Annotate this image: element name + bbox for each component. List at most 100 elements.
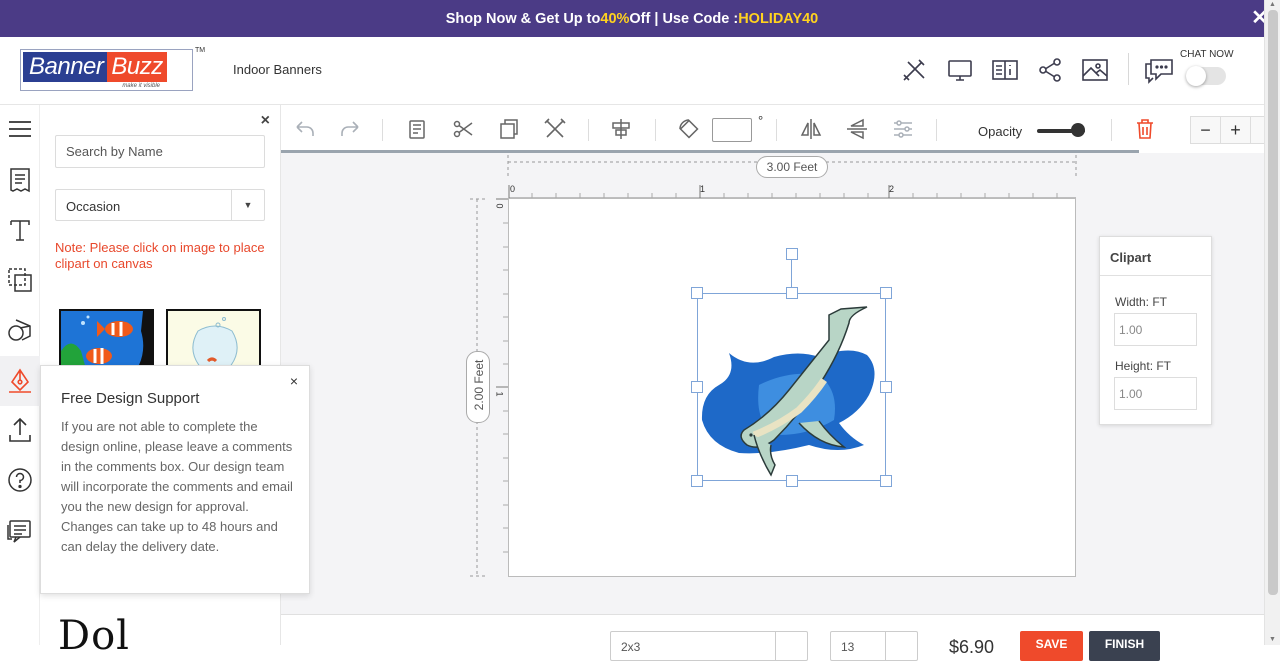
toolbar-progress-line bbox=[281, 150, 1139, 153]
panel-bottom-partial-text: Dol bbox=[58, 613, 130, 659]
clipart-height-label: Height: FT bbox=[1115, 359, 1172, 373]
degree-symbol: ° bbox=[758, 113, 764, 128]
bottom-action-bar: 2x3 13 $6.90 SAVE FINISH bbox=[281, 614, 1264, 661]
selection-box[interactable] bbox=[697, 293, 886, 481]
tool-rail bbox=[0, 105, 40, 645]
finish-button[interactable]: FINISH bbox=[1089, 631, 1160, 661]
rotation-handle[interactable] bbox=[786, 248, 798, 260]
desktop-preview-icon[interactable] bbox=[946, 56, 974, 84]
zoom-out-button[interactable]: − bbox=[1191, 117, 1221, 143]
align-center-icon[interactable] bbox=[609, 117, 633, 141]
shapes-icon[interactable] bbox=[6, 316, 34, 344]
chevron-down-icon bbox=[775, 632, 807, 660]
logo-buzz-text: Buzz bbox=[107, 52, 167, 82]
opacity-slider-handle[interactable] bbox=[1071, 123, 1085, 137]
page-title: Indoor Banners bbox=[233, 62, 322, 77]
clipart-thumbnail-fish[interactable] bbox=[59, 309, 154, 367]
clipart-height-input[interactable] bbox=[1114, 377, 1197, 410]
popup-close-icon[interactable]: × bbox=[290, 373, 298, 389]
quantity-select[interactable]: 13 bbox=[830, 631, 918, 661]
trademark-mark: TM bbox=[195, 47, 206, 54]
occasion-select[interactable]: Occasion ▼ bbox=[55, 189, 265, 221]
rotate-icon[interactable] bbox=[677, 117, 701, 141]
promo-text-before: Shop Now & Get Up to bbox=[445, 10, 601, 27]
trash-icon[interactable] bbox=[1133, 117, 1157, 141]
image-icon[interactable] bbox=[1081, 56, 1109, 84]
bannerbuzz-logo[interactable]: Banner Buzz make it visible bbox=[20, 49, 193, 91]
clipart-width-input[interactable] bbox=[1114, 313, 1197, 346]
free-design-support-popup: Free Design Support × If you are not abl… bbox=[40, 365, 310, 594]
clipart-pen-icon bbox=[9, 368, 31, 393]
comments-icon[interactable] bbox=[6, 517, 34, 545]
resize-handle-right[interactable] bbox=[880, 381, 892, 393]
zoom-controls: − + bbox=[1190, 116, 1270, 144]
page-scrollbar[interactable]: ▲ ▼ bbox=[1264, 0, 1280, 645]
width-dimension-label: 3.00 Feet bbox=[756, 156, 828, 178]
book-info-icon[interactable] bbox=[991, 56, 1019, 84]
share-icon[interactable] bbox=[1036, 56, 1064, 84]
edit-toolbar: ° Opacity − + bbox=[281, 105, 1270, 153]
tools-icon[interactable] bbox=[900, 56, 928, 84]
clipart-thumbnail-fishbowl[interactable] bbox=[166, 309, 261, 367]
help-icon[interactable] bbox=[6, 466, 34, 494]
delete-x-icon[interactable] bbox=[543, 117, 567, 141]
clipart-properties-title: Clipart bbox=[1100, 237, 1211, 276]
fishbowl-image bbox=[168, 311, 259, 365]
promo-discount: 40% bbox=[600, 10, 630, 27]
layers-icon[interactable] bbox=[6, 266, 34, 294]
scroll-down-arrow[interactable]: ▼ bbox=[1269, 636, 1276, 643]
resize-handle-left[interactable] bbox=[691, 381, 703, 393]
copy-icon[interactable] bbox=[497, 117, 521, 141]
templates-icon[interactable] bbox=[6, 166, 34, 194]
chat-now-label: CHAT NOW bbox=[1180, 49, 1234, 60]
toolbar-divider bbox=[1111, 119, 1112, 141]
popup-title: Free Design Support bbox=[61, 390, 200, 407]
toolbar-divider bbox=[936, 119, 937, 141]
toolbar-divider bbox=[655, 119, 656, 141]
redo-icon[interactable] bbox=[338, 117, 362, 141]
resize-handle-top-right[interactable] bbox=[880, 287, 892, 299]
panel-close-icon[interactable]: × bbox=[261, 112, 270, 130]
text-tool-icon[interactable] bbox=[6, 216, 34, 244]
promo-code: HOLIDAY40 bbox=[738, 10, 819, 27]
resize-handle-bottom-right[interactable] bbox=[880, 475, 892, 487]
design-workarea: ° Opacity − + 0 1 2 0 1 3.00 Feet 2.00 F… bbox=[281, 105, 1270, 645]
toolbar-divider bbox=[588, 119, 589, 141]
size-select[interactable]: 2x3 bbox=[610, 631, 808, 661]
header-divider bbox=[1128, 53, 1129, 85]
menu-icon[interactable] bbox=[6, 115, 34, 143]
resize-handle-top-left[interactable] bbox=[691, 287, 703, 299]
save-button[interactable]: SAVE bbox=[1020, 631, 1083, 661]
resize-handle-top[interactable] bbox=[786, 287, 798, 299]
ruler-top-0: 0 bbox=[510, 184, 516, 194]
paste-icon[interactable] bbox=[405, 117, 429, 141]
resize-handle-bottom-left[interactable] bbox=[691, 475, 703, 487]
flip-horizontal-icon[interactable] bbox=[799, 117, 823, 141]
scrollbar-thumb[interactable] bbox=[1268, 10, 1278, 595]
chevron-down-icon: ▼ bbox=[231, 190, 264, 220]
site-header: Banner Buzz make it visible TM Indoor Ba… bbox=[0, 37, 1264, 105]
chat-icon[interactable] bbox=[1143, 54, 1175, 86]
undo-icon[interactable] bbox=[293, 117, 317, 141]
clipart-search-input[interactable] bbox=[55, 135, 265, 168]
flip-vertical-icon[interactable] bbox=[845, 117, 869, 141]
rotation-input[interactable] bbox=[712, 118, 752, 142]
fish-image bbox=[61, 311, 152, 365]
chat-now-toggle[interactable] bbox=[1186, 66, 1226, 86]
clipart-note: Note: Please click on image to place cli… bbox=[55, 240, 265, 271]
zoom-in-button[interactable]: + bbox=[1221, 117, 1251, 143]
opacity-label: Opacity bbox=[978, 124, 1023, 139]
clipart-tab[interactable] bbox=[0, 356, 40, 406]
scroll-up-arrow[interactable]: ▲ bbox=[1269, 1, 1276, 8]
height-dimension-pill: 2.00 Feet bbox=[466, 351, 490, 423]
cut-icon[interactable] bbox=[451, 117, 475, 141]
logo-tagline: make it visible bbox=[122, 83, 160, 89]
resize-handle-bottom[interactable] bbox=[786, 475, 798, 487]
chevron-down-icon bbox=[885, 632, 917, 660]
logo-banner-text: Banner bbox=[23, 52, 108, 82]
height-dimension-label: 2.00 Feet bbox=[472, 359, 486, 411]
promo-text-middle: Off | Use Code : bbox=[629, 10, 739, 27]
ruler-left-0: 0 bbox=[494, 203, 505, 209]
adjust-sliders-icon[interactable] bbox=[891, 117, 915, 141]
upload-icon[interactable] bbox=[6, 416, 34, 444]
